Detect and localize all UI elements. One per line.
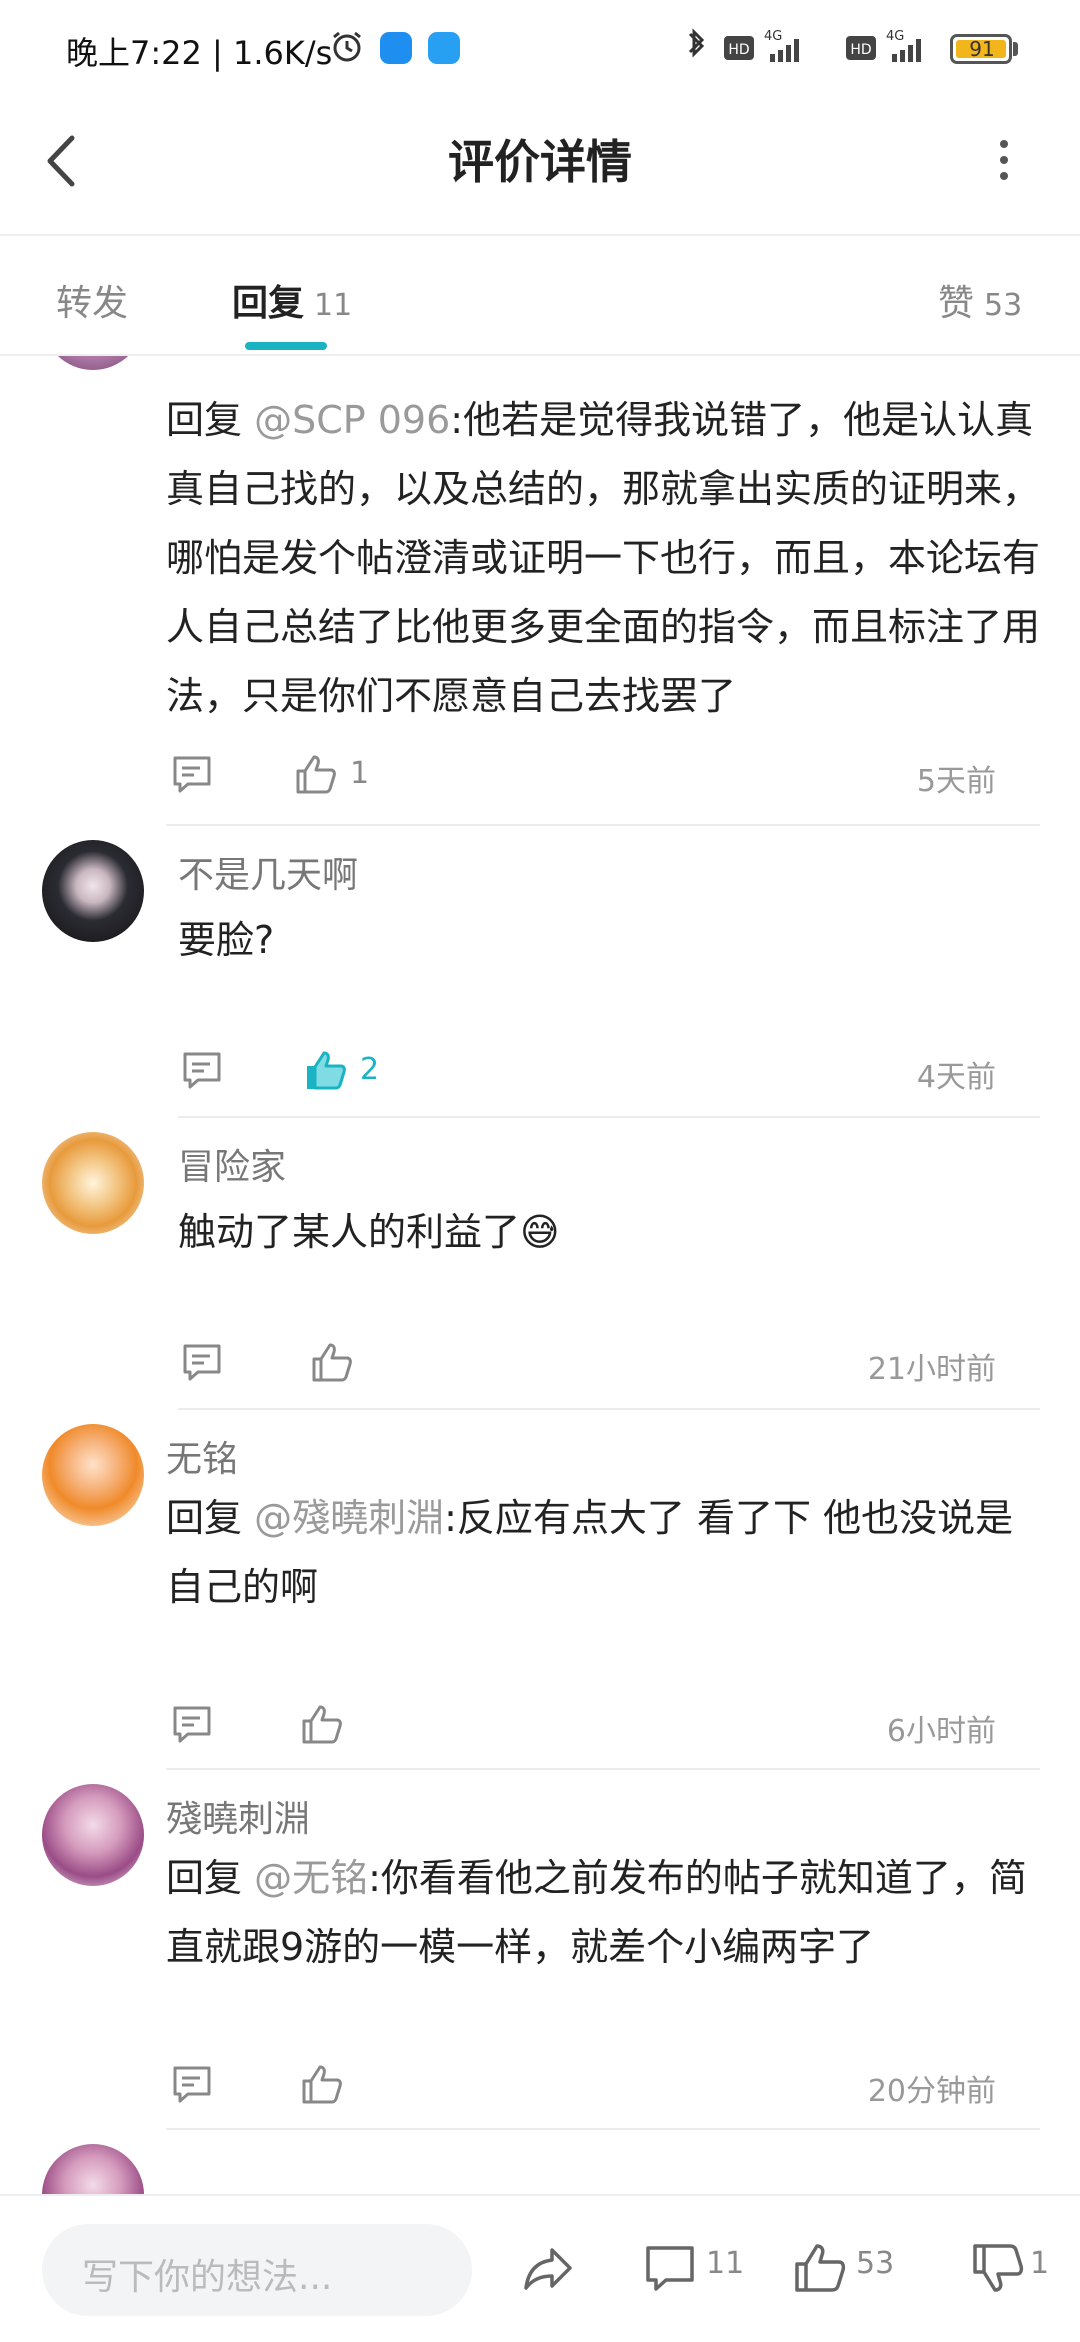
- tab-like[interactable]: 赞 53: [938, 274, 1022, 326]
- tab-like-count: 53: [984, 288, 1023, 323]
- tab-reply-count: 11: [314, 288, 353, 323]
- mention-link[interactable]: @SCP 096: [254, 398, 450, 442]
- username[interactable]: 无铭: [166, 1430, 238, 1482]
- thumb-up-icon[interactable]: [792, 2240, 848, 2296]
- avatar[interactable]: [42, 1132, 144, 1234]
- app-notification-icon: [380, 32, 412, 64]
- comment-text: 要脸?: [178, 918, 275, 962]
- comment-icon[interactable]: [170, 1702, 214, 1746]
- username[interactable]: 不是几天啊: [178, 846, 358, 898]
- comment-time: 6小时前: [886, 1714, 996, 1749]
- tab-reply-label: 回复: [232, 283, 305, 324]
- net-label-2: 4G: [886, 29, 904, 44]
- like-count: 1: [350, 756, 370, 791]
- username[interactable]: 冒险家: [178, 1138, 286, 1190]
- battery-level: 91: [969, 37, 995, 61]
- more-vertical-icon[interactable]: [980, 132, 1028, 192]
- comment-input[interactable]: 写下你的想法...: [42, 2224, 472, 2316]
- list-item: [0, 2130, 1080, 2194]
- like-count-total: 53: [856, 2246, 895, 2281]
- tab-like-label: 赞: [938, 283, 975, 324]
- mention-link[interactable]: @殘曉刺淵: [254, 1496, 444, 1540]
- bluetooth-icon: [688, 28, 705, 58]
- list-item: 回复 @SCP 096:他若是觉得我说错了，他是认认真真自己找的，以及总结的，那…: [0, 356, 1080, 826]
- comment-input-placeholder: 写下你的想法...: [82, 2257, 333, 2298]
- comment-icon[interactable]: [170, 752, 214, 796]
- thumb-down-icon[interactable]: [970, 2240, 1026, 2296]
- avatar[interactable]: [42, 2144, 144, 2194]
- hd-label-2: HD: [850, 42, 871, 58]
- cloud-app-icon: [428, 32, 460, 64]
- list-item: 不是几天啊 要脸? 2 4天前: [0, 826, 1080, 1118]
- hd-label-1: HD: [728, 42, 749, 58]
- comment-text: 回复 @殘曉刺淵:反应有点大了 看了下 他也没说是自己的啊: [166, 1496, 1014, 1609]
- avatar[interactable]: [42, 356, 144, 370]
- bottom-action-bar: 写下你的想法... 11 53 1: [0, 2194, 1080, 2342]
- tab-bar: 转发 回复 11 赞 53: [0, 236, 1080, 356]
- list-item: 殘曉刺淵 回复 @无铭:你看看他之前发布的帖子就知道了，简直就跟9游的一模一样，…: [0, 1770, 1080, 2130]
- comment-icon[interactable]: [180, 1340, 224, 1384]
- thumb-up-icon[interactable]: [300, 1702, 344, 1746]
- mention-link[interactable]: @无铭: [254, 1856, 368, 1900]
- avatar[interactable]: [42, 840, 144, 942]
- header: 评价详情: [0, 96, 1080, 236]
- comment-time: 21小时前: [867, 1352, 996, 1387]
- like-count: 2: [360, 1052, 380, 1087]
- comment-time: 5天前: [916, 764, 996, 799]
- thumb-up-icon[interactable]: [294, 752, 338, 796]
- avatar[interactable]: [42, 1784, 144, 1886]
- comment-time: 4天前: [916, 1060, 996, 1095]
- comment-text: 触动了某人的利益了😅: [178, 1210, 560, 1254]
- alarm-icon: [333, 31, 361, 62]
- thumb-up-icon[interactable]: [310, 1340, 354, 1384]
- username[interactable]: 殘曉刺淵: [166, 1790, 310, 1842]
- tab-forward[interactable]: 转发: [56, 274, 128, 326]
- comment-text: 回复 @无铭:你看看他之前发布的帖子就知道了，简直就跟9游的一模一样，就差个小编…: [166, 1856, 1027, 1969]
- comment-list: 回复 @SCP 096:他若是觉得我说错了，他是认认真真自己找的，以及总结的，那…: [0, 356, 1080, 2194]
- comment-time: 20分钟前: [867, 2074, 996, 2109]
- comment-text: 回复 @SCP 096:他若是觉得我说错了，他是认认真真自己找的，以及总结的，那…: [166, 398, 1041, 718]
- comment-icon[interactable]: [642, 2240, 698, 2296]
- active-tab-indicator: [245, 342, 327, 350]
- tab-reply[interactable]: 回复 11: [232, 274, 352, 326]
- list-item: 冒险家 触动了某人的利益了😅 21小时前: [0, 1118, 1080, 1410]
- comment-icon[interactable]: [170, 2062, 214, 2106]
- thumb-up-icon[interactable]: [300, 2062, 344, 2106]
- page-title: 评价详情: [448, 135, 632, 189]
- share-icon[interactable]: [520, 2240, 576, 2296]
- status-bar: 晚上7:22 | 1.6K/s HD 4G HD 4G 91: [0, 0, 1080, 96]
- comment-icon[interactable]: [180, 1048, 224, 1092]
- avatar[interactable]: [42, 1424, 144, 1526]
- status-time: 晚上7:22 | 1.6K/s: [66, 34, 333, 72]
- comment-count: 11: [706, 2246, 745, 2281]
- dislike-count: 1: [1030, 2246, 1050, 2281]
- net-label-1: 4G: [764, 29, 782, 44]
- list-item: 无铭 回复 @殘曉刺淵:反应有点大了 看了下 他也没说是自己的啊 6小时前: [0, 1410, 1080, 1770]
- thumb-up-icon-active[interactable]: [304, 1048, 348, 1092]
